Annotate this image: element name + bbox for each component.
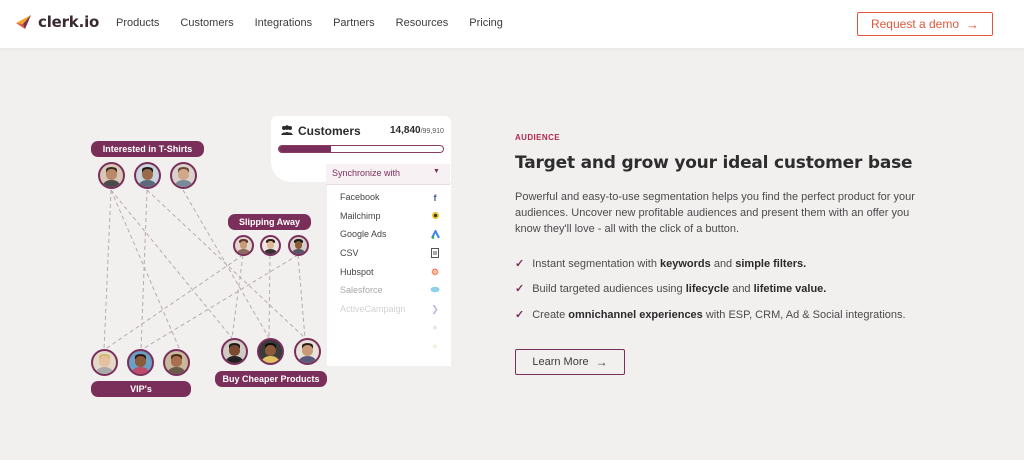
sync-item-csv[interactable]: CSV <box>340 248 359 258</box>
sync-item-salesforce[interactable]: Salesforce <box>340 285 383 295</box>
arrow-right-icon: → <box>966 16 980 32</box>
avatar <box>260 235 281 256</box>
customers-count: 14,840/99,910 <box>390 125 444 136</box>
section-description: Powerful and easy-to-use segmentation he… <box>515 191 915 235</box>
segment-pill-vips: VIP's <box>91 381 191 397</box>
mailchimp-icon <box>430 211 440 221</box>
check-icon: ✓ <box>515 283 525 295</box>
segment-pill-cheaper: Buy Cheaper Products <box>215 371 327 387</box>
avatar <box>221 338 248 365</box>
arrow-right-icon: → <box>595 355 608 369</box>
avatar <box>233 235 254 256</box>
customers-title-text: Customers <box>298 124 361 138</box>
faded-integration-icon: ● <box>432 322 438 332</box>
facebook-icon: f <box>433 193 437 203</box>
sync-item-mailchimp[interactable]: Mailchimp <box>340 211 381 221</box>
customers-progress-bar <box>278 145 444 153</box>
avatar <box>127 349 154 376</box>
segment-pill-slipping: Slipping Away <box>228 214 311 230</box>
section-eyebrow: AUDIENCE <box>515 133 560 142</box>
request-demo-button[interactable]: Request a demo → <box>857 12 993 36</box>
nav-link-pricing[interactable]: Pricing <box>469 17 503 29</box>
sync-dropdown-label: Synchronize with <box>332 168 401 178</box>
sync-item-facebook[interactable]: Facebook <box>340 192 380 202</box>
check-icon: ✓ <box>515 258 525 270</box>
feature-text: Build targeted audiences using lifecycle… <box>532 282 827 295</box>
sync-item-hubspot[interactable]: Hubspot <box>340 267 374 277</box>
request-demo-label: Request a demo <box>870 17 960 31</box>
feature-text: Instant segmentation with keywords and s… <box>532 257 807 270</box>
avatar <box>257 338 284 365</box>
users-icon <box>280 124 294 138</box>
salesforce-icon <box>430 285 440 295</box>
sync-item-google-ads[interactable]: Google Ads <box>340 229 387 239</box>
avatar <box>288 235 309 256</box>
google-ads-icon <box>430 228 440 240</box>
learn-more-label: Learn More <box>532 356 589 368</box>
faded-integration-icon: ● <box>432 341 438 351</box>
customers-count-total: /99,910 <box>420 128 444 135</box>
feature-bullet: ✓ Instant segmentation with keywords and… <box>515 257 807 271</box>
feature-text: Create omnichannel experiences with ESP,… <box>532 308 906 321</box>
feature-bullet: ✓ Build targeted audiences using lifecyc… <box>515 282 827 296</box>
hubspot-icon: ⚙ <box>430 267 440 277</box>
csv-file-icon <box>430 248 440 258</box>
customers-count-value: 14,840 <box>390 125 421 136</box>
customers-progress-fill <box>279 146 332 152</box>
sync-item-activecampaign[interactable]: ActiveCampaign <box>340 304 406 314</box>
section-headline: Target and grow your ideal customer base <box>515 153 913 173</box>
segment-pill-tshirts: Interested in T-Shirts <box>91 141 204 157</box>
avatar <box>170 162 197 189</box>
avatar <box>294 338 321 365</box>
caret-down-icon: ▼ <box>433 168 440 175</box>
avatar <box>134 162 161 189</box>
learn-more-button[interactable]: Learn More → <box>515 349 625 375</box>
avatar <box>163 349 190 376</box>
avatar <box>91 349 118 376</box>
feature-bullet: ✓ Create omnichannel experiences with ES… <box>515 308 906 322</box>
activecampaign-icon: ❯ <box>431 304 439 314</box>
check-icon: ✓ <box>515 309 525 321</box>
customers-title: Customers <box>280 124 361 138</box>
avatar <box>98 162 125 189</box>
